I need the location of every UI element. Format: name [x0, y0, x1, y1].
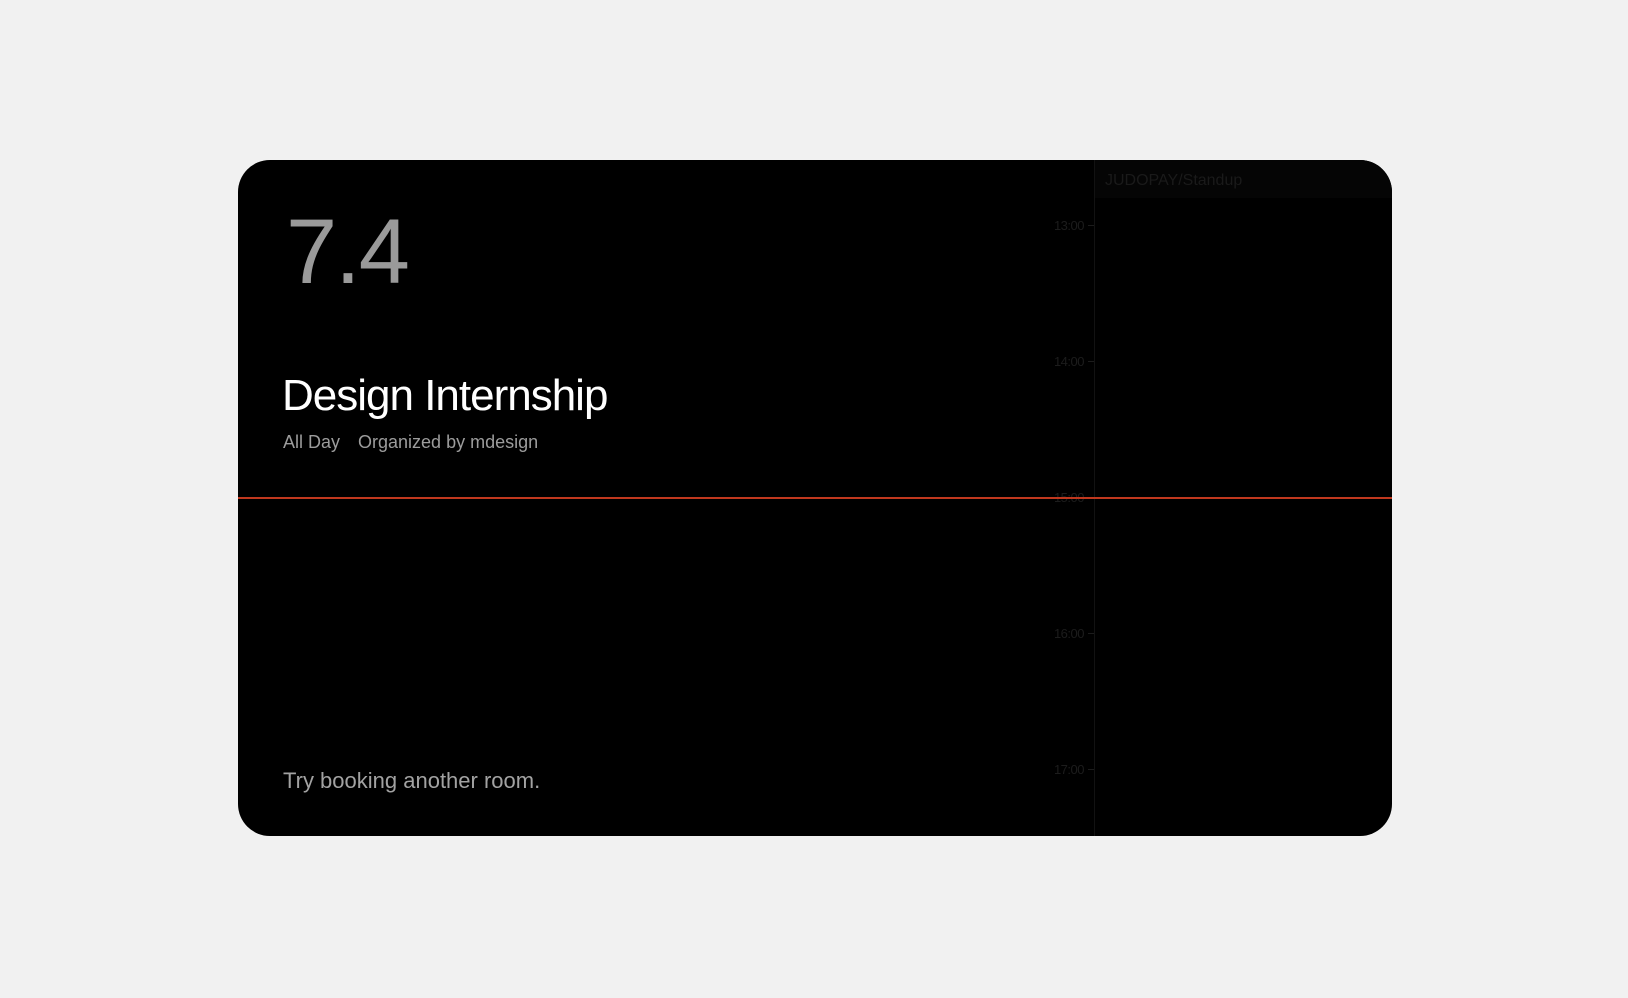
- booking-hint: Try booking another room.: [283, 768, 541, 793]
- timeline-event[interactable]: JUDOPAY/Standup: [1095, 160, 1392, 198]
- hour-marker: 16:00: [1038, 626, 1094, 641]
- timeline-event-title: JUDOPAY/Standup: [1105, 172, 1243, 189]
- event-meta: All Day Organized by mdesign: [283, 432, 538, 453]
- current-time-indicator: [238, 497, 1392, 499]
- hour-marker: 13:00: [1038, 218, 1094, 233]
- date-display: 7.4: [286, 201, 410, 303]
- room-status-panel: 7.4 Design Internship All Day Organized …: [238, 160, 1392, 836]
- hour-label: 14:00: [1053, 354, 1085, 369]
- event-organizer: Organized by mdesign: [358, 432, 539, 452]
- event-duration: All Day: [283, 432, 341, 452]
- event-title: Design Internship: [282, 371, 608, 420]
- hour-label: 17:00: [1053, 762, 1085, 777]
- hour-label: 13:00: [1053, 218, 1085, 233]
- hour-marker: 14:00: [1038, 354, 1094, 369]
- hour-marker: 17:00: [1038, 762, 1094, 777]
- hour-label: 16:00: [1053, 626, 1085, 641]
